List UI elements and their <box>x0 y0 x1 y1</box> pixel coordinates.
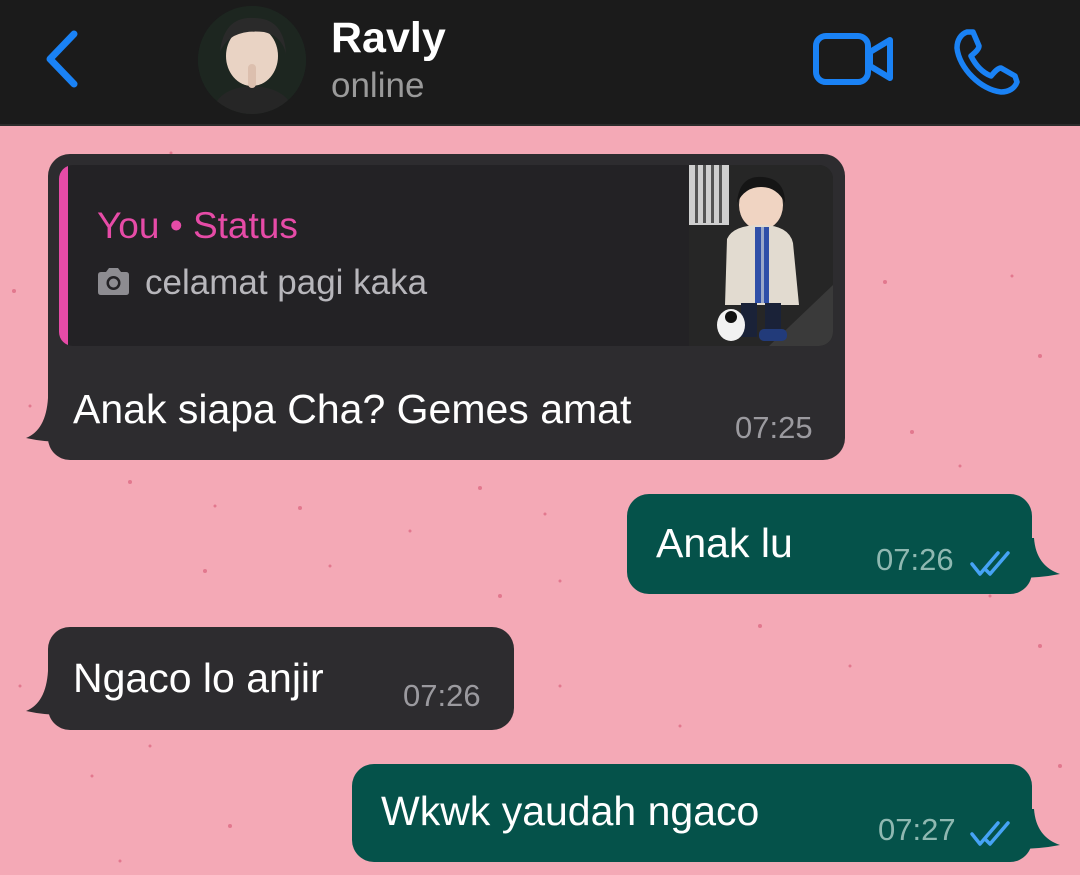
message-time: 07:27 <box>878 812 956 847</box>
message-time: 07:26 <box>876 542 954 577</box>
chat-header: Ravly online <box>0 0 1080 126</box>
message-time: 07:25 <box>735 410 813 445</box>
message-bubble-outgoing[interactable]: Anak lu 07:26 <box>627 494 1032 594</box>
chevron-left-icon[interactable] <box>38 28 88 90</box>
chat-area[interactable]: You • Status celamat pagi kaka Anak siap… <box>0 126 1080 875</box>
message-bubble-incoming[interactable]: Ngaco lo anjir 07:26 <box>48 627 514 730</box>
contact-name[interactable]: Ravly <box>331 14 446 63</box>
message-bubble-incoming[interactable]: You • Status celamat pagi kaka Anak siap… <box>48 154 845 460</box>
double-check-icon <box>970 821 1010 846</box>
message-text: Anak siapa Cha? Gemes amat <box>73 386 632 432</box>
status-thumbnail[interactable] <box>689 165 833 346</box>
reply-quote[interactable]: You • Status celamat pagi kaka <box>59 165 833 346</box>
avatar[interactable] <box>198 6 306 114</box>
contact-status: online <box>331 66 425 105</box>
phone-icon[interactable] <box>953 28 1021 96</box>
message-time: 07:26 <box>403 678 481 713</box>
message-bubble-outgoing[interactable]: Wkwk yaudah ngaco 07:27 <box>352 764 1032 862</box>
reply-author: You • Status <box>97 205 298 246</box>
message-text: Wkwk yaudah ngaco <box>381 788 760 834</box>
message-text: Ngaco lo anjir <box>73 655 324 701</box>
video-camera-icon[interactable] <box>812 30 896 88</box>
camera-icon <box>98 268 129 295</box>
double-check-icon <box>970 551 1010 576</box>
reply-accent-bar <box>59 165 68 346</box>
message-text: Anak lu <box>656 520 793 566</box>
reply-caption: celamat pagi kaka <box>145 263 428 302</box>
